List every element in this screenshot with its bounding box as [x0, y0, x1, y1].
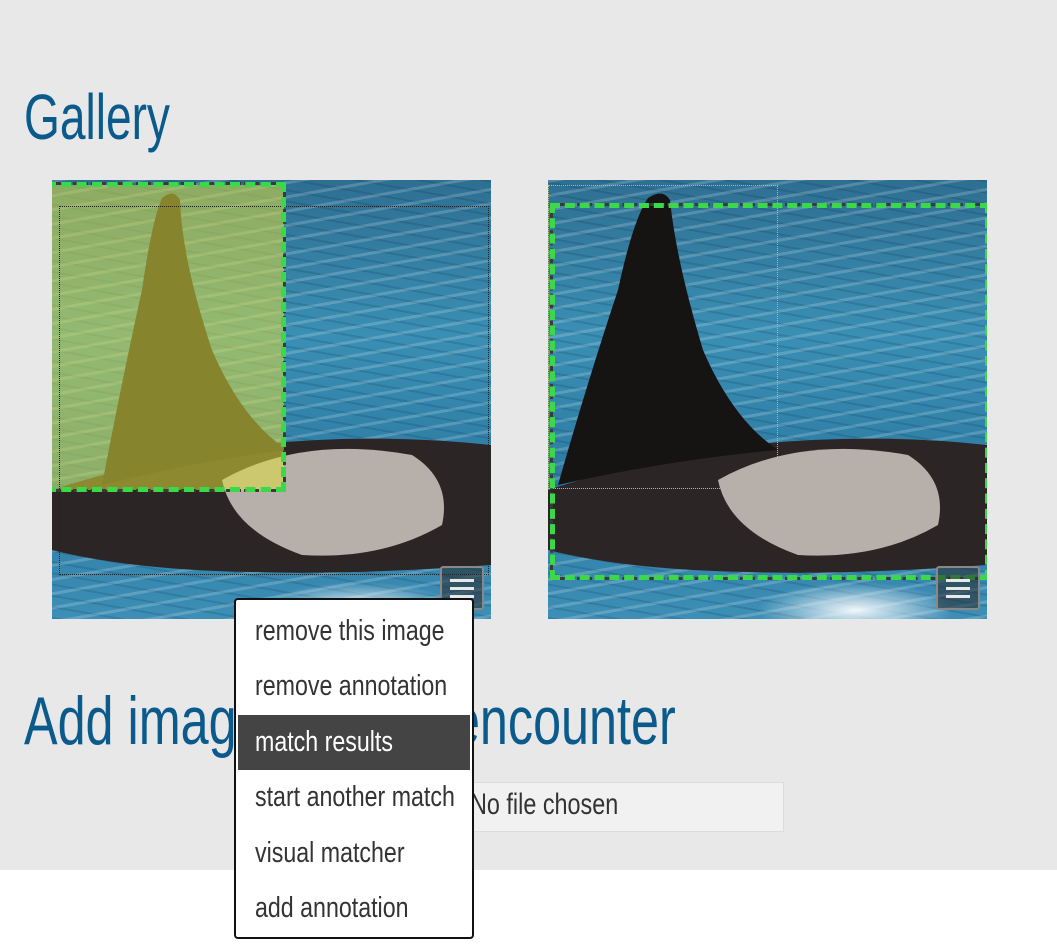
image-menu-hamburger-icon[interactable]: [936, 566, 980, 610]
gallery-image-1[interactable]: [52, 180, 491, 619]
menu-item-visual-matcher[interactable]: visual matcher: [238, 826, 470, 881]
menu-item-start-another-match[interactable]: start another match: [238, 770, 470, 825]
file-status-text: No file chosen: [470, 788, 619, 821]
gallery-title: Gallery: [24, 81, 170, 153]
gallery-image-2[interactable]: [548, 180, 987, 619]
menu-item-add-annotation[interactable]: add annotation: [238, 881, 470, 936]
annotation-box: [548, 185, 778, 489]
menu-item-remove-image[interactable]: remove this image: [238, 604, 470, 659]
menu-item-remove-annotation[interactable]: remove annotation: [238, 659, 470, 714]
menu-item-match-results[interactable]: match results: [238, 714, 470, 771]
annotation-box: [59, 206, 489, 575]
image-context-menu: remove this image remove annotation matc…: [234, 598, 474, 939]
